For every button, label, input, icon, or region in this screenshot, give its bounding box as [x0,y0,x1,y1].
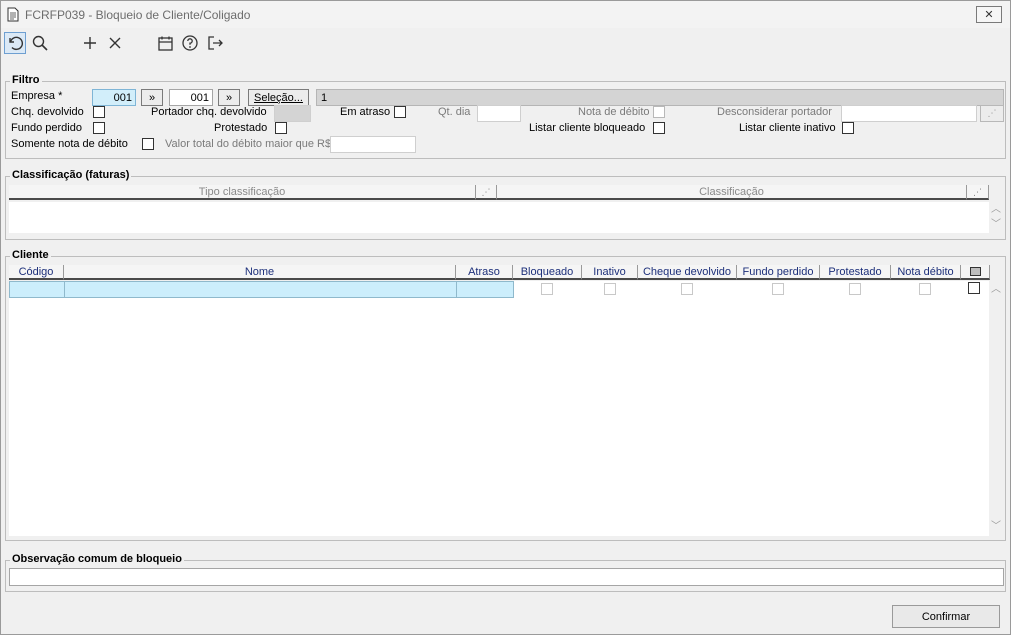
classificacao-grid-body[interactable] [9,202,989,233]
empresa-range-button[interactable]: » [141,89,163,106]
row-atraso-cell[interactable] [456,281,514,298]
portador-chq-input [274,105,311,122]
document-icon [7,7,19,22]
somente-nota-checkbox[interactable] [142,138,154,150]
valor-total-label: Valor total do débito maior que R$ [165,138,332,150]
col-nota-debito[interactable]: Nota débito [891,265,961,280]
row-codigo-cell[interactable] [9,281,65,298]
cliente-header: Código Nome Atraso Bloqueado Inativo Che… [9,265,990,280]
filtro-legend: Filtro [10,74,42,86]
row-bloqueado-checkbox[interactable] [541,283,553,295]
listar-bloqueado-label: Listar cliente bloqueado [529,122,646,134]
help-icon[interactable] [179,32,201,54]
row-cheque-checkbox[interactable] [681,283,693,295]
col-bloqueado[interactable]: Bloqueado [513,265,582,280]
row-fundo-checkbox[interactable] [772,283,784,295]
toolbar [1,29,1010,57]
em-atraso-checkbox[interactable] [394,106,406,118]
delete-icon[interactable] [104,32,126,54]
observacao-legend: Observação comum de bloqueio [10,553,184,565]
row-protestado-checkbox[interactable] [849,283,861,295]
selecao-value: 1 [316,89,1004,106]
col-protestado[interactable]: Protestado [820,265,891,280]
listar-bloqueado-checkbox[interactable] [653,122,665,134]
confirm-button-label: Confirmar [921,610,971,623]
exit-icon[interactable] [204,32,226,54]
valor-total-input [330,136,416,153]
cliente-scroll-down-icon[interactable]: ﹀ [990,521,1002,533]
cliente-scroll-up-icon[interactable]: ︿ [990,284,1002,296]
add-icon[interactable] [79,32,101,54]
calendar-icon[interactable] [154,32,176,54]
col-classificacao: Classificação [497,185,967,200]
empresa-range-button-2[interactable]: » [218,89,240,106]
search-icon[interactable] [29,32,51,54]
em-atraso-label: Em atraso [340,106,391,118]
col-tipo-classificacao: Tipo classificação [9,185,476,200]
close-button[interactable]: ✕ [976,6,1002,23]
nota-debito-label: Nota de débito [578,106,650,118]
col-fundo-perdido[interactable]: Fundo perdido [737,265,820,280]
row-inativo-checkbox[interactable] [604,283,616,295]
portador-chq-label: Portador chq. devolvido [151,106,267,118]
qt-dia-input [477,105,521,122]
cliente-legend: Cliente [10,249,51,261]
undo-icon[interactable] [4,32,26,54]
tipo-lookup-icon: ⋰ [476,185,497,200]
desconsiderar-portador-input [841,105,977,122]
title-bar: FCRFP039 - Bloqueio de Cliente/Coligado … [1,1,1010,28]
empresa-to-input[interactable] [169,89,213,106]
classificacao-scroll-down-icon[interactable]: ﹀ [990,219,1002,231]
chq-devolvido-label: Chq. devolvido [11,106,84,118]
select-all-icon[interactable] [961,265,990,280]
classificacao-header: Tipo classificação ⋰ Classificação ⋰ [9,185,989,200]
protestado-checkbox[interactable] [275,122,287,134]
fundo-perdido-label: Fundo perdido [11,122,82,134]
qt-dia-label: Qt. dia [438,106,471,118]
desconsiderar-portador-lookup-icon: ⋰ [980,105,1004,122]
confirm-button[interactable]: Confirmar [892,605,1000,628]
col-inativo[interactable]: Inativo [582,265,638,280]
classificacao-legend: Classificação (faturas) [10,169,132,181]
empresa-from-input[interactable] [92,89,136,106]
listar-inativo-checkbox[interactable] [842,122,854,134]
fundo-perdido-checkbox[interactable] [93,122,105,134]
col-codigo[interactable]: Código [9,265,64,280]
row-select-checkbox[interactable] [968,282,980,294]
classificacao-lookup-icon: ⋰ [967,185,989,200]
listar-inativo-label: Listar cliente inativo [739,122,836,134]
col-atraso[interactable]: Atraso [456,265,513,280]
empresa-label: Empresa * [11,90,63,102]
cliente-grid-body[interactable] [9,281,989,536]
col-nome[interactable]: Nome [64,265,456,280]
selecao-button[interactable]: Seleção... [248,89,309,106]
desconsiderar-portador-label: Desconsiderar portador [717,106,832,118]
selecao-button-label: Seleção... [254,91,303,104]
classificacao-scroll-up-icon[interactable]: ︿ [990,204,1002,216]
row-nome-cell[interactable] [64,281,457,298]
row-nota-checkbox[interactable] [919,283,931,295]
somente-nota-label: Somente nota de débito [11,138,128,150]
window-title: FCRFP039 - Bloqueio de Cliente/Coligado [25,8,251,22]
main-window: FCRFP039 - Bloqueio de Cliente/Coligado … [0,0,1011,635]
observacao-input[interactable] [9,568,1004,586]
nota-debito-checkbox [653,106,665,118]
col-cheque-devolvido[interactable]: Cheque devolvido [638,265,737,280]
protestado-label: Protestado [214,122,268,134]
chq-devolvido-checkbox[interactable] [93,106,105,118]
